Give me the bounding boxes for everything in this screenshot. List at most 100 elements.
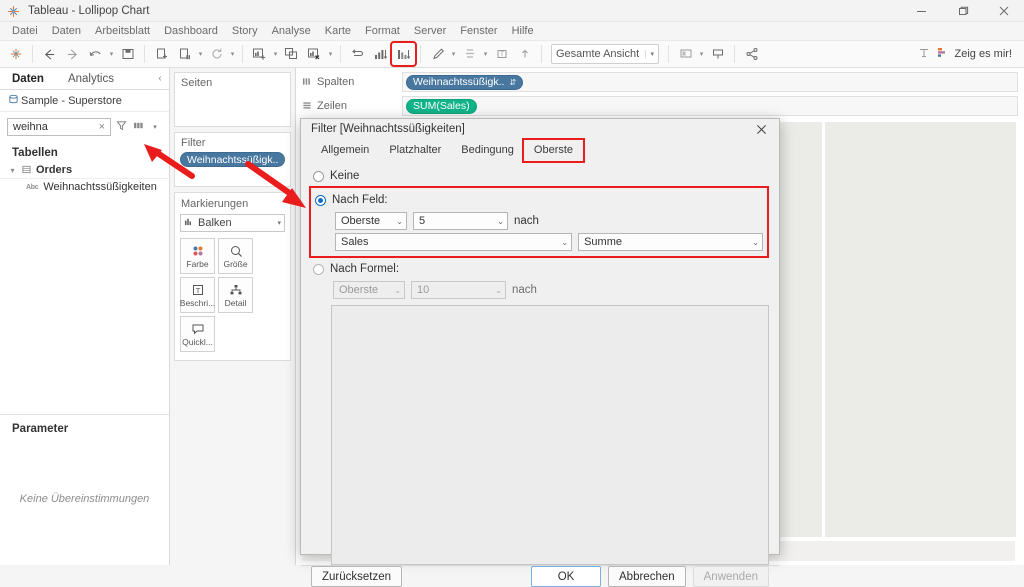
new-data-source-icon[interactable] (150, 43, 173, 65)
chevron-left-icon[interactable]: ‹ (151, 68, 169, 89)
funnel-icon[interactable] (114, 120, 128, 134)
highlighter-icon[interactable] (426, 43, 449, 65)
forward-icon[interactable] (61, 43, 84, 65)
clear-sheet-icon[interactable] (303, 43, 326, 65)
radio-keine[interactable] (313, 170, 324, 182)
pages-card: Seiten (174, 72, 291, 127)
chevron-down-icon: ⌄ (394, 285, 401, 295)
new-worksheet-caret-icon[interactable]: ▾ (271, 50, 280, 58)
columns-pill-weihnachtssuessigkeiten[interactable]: Weihnachtssüßigk.. ⇵ (406, 74, 524, 90)
marks-label-button[interactable]: T Beschri... (180, 277, 215, 313)
chevron-down-icon: ⌄ (497, 216, 504, 226)
search-input[interactable]: × (7, 118, 111, 136)
direction-select[interactable]: Oberste ⌄ (335, 212, 407, 230)
menu-item-datei[interactable]: Datei (5, 24, 45, 38)
close-icon[interactable] (749, 119, 773, 139)
menu-item-story[interactable]: Story (225, 24, 265, 38)
menu-item-dashboard[interactable]: Dashboard (157, 24, 225, 38)
maximize-icon[interactable] (942, 0, 983, 22)
tab-analytics[interactable]: Analytics (56, 68, 126, 89)
show-me-button[interactable]: Zeig es mir! (917, 46, 1020, 63)
share-icon[interactable] (740, 43, 763, 65)
ok-button[interactable]: OK (531, 566, 602, 587)
rows-pill-sum-sales[interactable]: SUM(Sales) (406, 98, 477, 114)
sort-ascending-icon[interactable] (369, 43, 392, 65)
undo-icon[interactable] (84, 43, 107, 65)
marks-color-button[interactable]: Farbe (180, 238, 215, 274)
undo-caret-icon[interactable]: ▾ (107, 50, 116, 58)
marks-detail-button[interactable]: Detail (218, 277, 253, 313)
view-size-selector[interactable]: Gesamte Ansicht ▾ (551, 44, 659, 64)
filters-dropzone[interactable]: Weihnachtssüßigk.. ⥮ (175, 152, 290, 186)
option-nach-feld[interactable]: Nach Feld: (315, 191, 763, 209)
menu-item-analyse[interactable]: Analyse (265, 24, 318, 38)
menu-item-daten[interactable]: Daten (45, 24, 88, 38)
radio-nach-feld[interactable] (315, 194, 326, 206)
tab-bedingung[interactable]: Bedingung (451, 140, 524, 161)
filter-pill-weihnachtssuessigkeiten[interactable]: Weihnachtssüßigk.. ⥮ (180, 152, 285, 167)
option-nach-formel[interactable]: Nach Formel: (311, 260, 769, 278)
tab-daten[interactable]: Daten (0, 68, 56, 89)
menu-item-arbeitsblatt[interactable]: Arbeitsblatt (88, 24, 157, 38)
pause-refresh-icon[interactable] (173, 43, 196, 65)
refresh-icon[interactable] (205, 43, 228, 65)
pages-dropzone[interactable] (175, 92, 290, 126)
tab-oberste[interactable]: Oberste (521, 138, 586, 163)
tableau-home-icon[interactable] (4, 43, 27, 65)
option-keine[interactable]: Keine (311, 167, 769, 185)
chevron-down-icon[interactable]: ▾ (8, 166, 17, 175)
new-worksheet-icon[interactable] (248, 43, 271, 65)
option-nach-feld-group: Nach Feld: Oberste ⌄ 5 ⌄ nach Sales ⌄ Su… (309, 186, 769, 258)
sort-descending-icon[interactable] (390, 41, 417, 67)
count-select[interactable]: 5 ⌄ (413, 212, 508, 230)
reset-button[interactable]: Zurücksetzen (311, 566, 403, 587)
marks-size-button[interactable]: Größe (218, 238, 253, 274)
columns-dropzone[interactable]: Weihnachtssüßigk.. ⇵ (402, 72, 1018, 92)
save-icon[interactable] (116, 43, 139, 65)
fix-axes-icon[interactable] (513, 43, 536, 65)
view-size-value: Gesamte Ansicht (556, 48, 640, 60)
nach-feld-row-2: Sales ⌄ Summe ⌄ (315, 230, 763, 251)
cancel-button[interactable]: Abbrechen (608, 566, 686, 587)
presentation-caret-icon[interactable]: ▾ (697, 50, 706, 58)
search-field[interactable] (11, 120, 97, 134)
pause-refresh-caret-icon[interactable]: ▾ (196, 50, 205, 58)
mark-type-selector[interactable]: Balken ▾ (180, 214, 285, 232)
swap-rows-columns-icon[interactable] (346, 43, 369, 65)
presentation-mode-icon[interactable] (674, 43, 697, 65)
marks-tooltip-button[interactable]: Quickl... (180, 316, 215, 352)
menu-item-fenster[interactable]: Fenster (453, 24, 504, 38)
filter-dialog[interactable]: Filter [Weihnachtssüßigkeiten] Allgemein… (300, 118, 780, 587)
clear-icon[interactable]: × (97, 121, 107, 133)
show-mark-labels-icon[interactable]: T (490, 43, 513, 65)
formula-direction-select: Oberste ⌄ (333, 281, 405, 299)
tab-allgemein[interactable]: Allgemein (311, 140, 379, 161)
clear-sheet-caret-icon[interactable]: ▾ (326, 50, 335, 58)
group-caret-icon[interactable]: ▾ (481, 50, 490, 58)
grid-icon[interactable] (131, 121, 145, 133)
show-me-label: Zeig es mir! (954, 48, 1012, 60)
rows-pill-label: SUM(Sales) (413, 100, 470, 112)
menu-item-karte[interactable]: Karte (318, 24, 358, 38)
radio-nach-formel[interactable] (313, 263, 324, 275)
menu-item-hilfe[interactable]: Hilfe (505, 24, 541, 38)
chevron-down-icon[interactable]: ▾ (148, 123, 162, 131)
menu-item-server[interactable]: Server (407, 24, 453, 38)
tree-field-weihnachtssuessigkeiten[interactable]: Abc Weihnachtssüßigkeiten (0, 178, 169, 195)
close-icon[interactable] (983, 0, 1024, 22)
tree-header-tabellen: Tabellen (12, 147, 58, 159)
tab-platzhalter[interactable]: Platzhalter (379, 140, 451, 161)
minimize-icon[interactable] (901, 0, 942, 22)
datasource-item[interactable]: Sample - Superstore (0, 90, 169, 112)
fit-icon[interactable] (706, 43, 729, 65)
duplicate-sheet-icon[interactable] (280, 43, 303, 65)
field-select[interactable]: Sales ⌄ (335, 233, 573, 251)
rows-dropzone[interactable]: SUM(Sales) (402, 96, 1018, 116)
aggregation-select[interactable]: Summe ⌄ (578, 233, 763, 251)
menu-item-format[interactable]: Format (358, 24, 407, 38)
refresh-caret-icon[interactable]: ▾ (228, 50, 237, 58)
highlighter-caret-icon[interactable]: ▾ (449, 50, 458, 58)
group-members-icon[interactable] (458, 43, 481, 65)
tree-node-orders[interactable]: ▾ Orders (0, 162, 169, 178)
back-icon[interactable] (38, 43, 61, 65)
